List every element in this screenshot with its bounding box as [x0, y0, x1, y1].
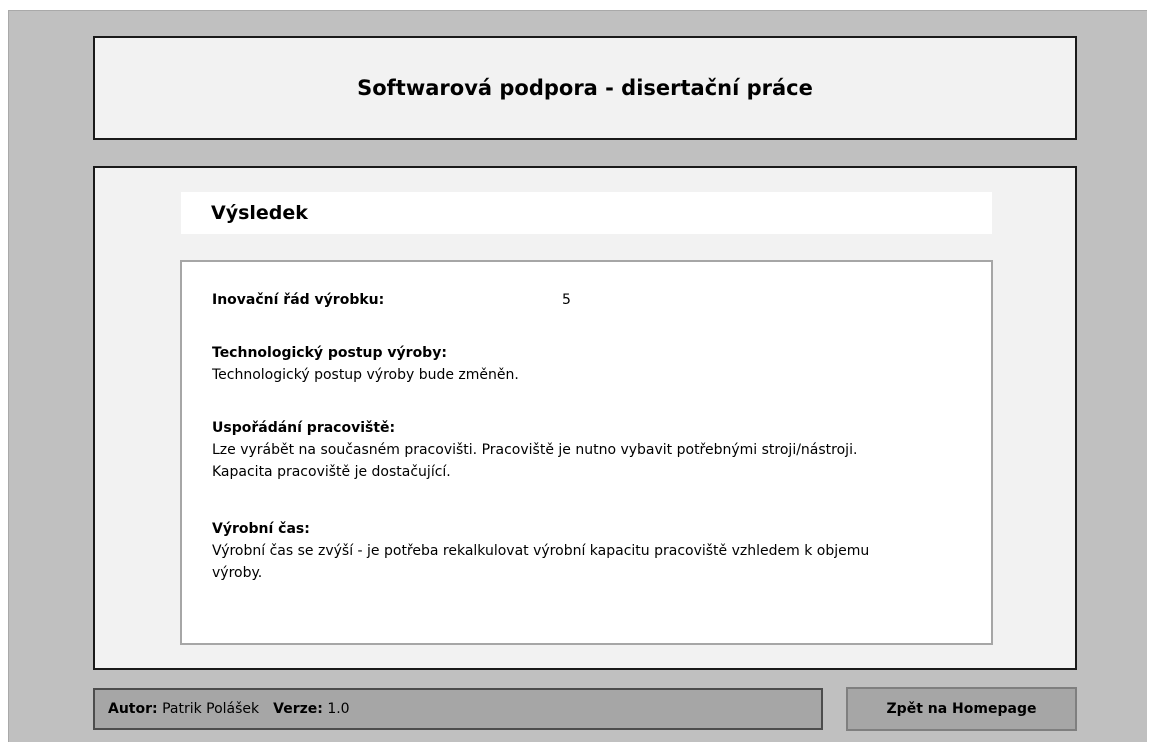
- technology-section: Technologický postup výroby: Technologic…: [212, 342, 972, 386]
- version-value: 1.0: [327, 701, 350, 717]
- page-title: Softwarová podpora - disertační práce: [357, 76, 813, 100]
- technology-text: Technologický postup výroby bude změněn.: [212, 367, 519, 383]
- main-panel: Výsledek Inovační řád výrobku: 5 Technol…: [93, 166, 1077, 670]
- footer-info-bar: Autor: Patrik Polášek Verze: 1.0: [93, 688, 823, 730]
- innovation-row: Inovační řád výrobku: 5: [212, 289, 712, 311]
- section-title: Výsledek: [211, 202, 308, 224]
- innovation-value: 5: [562, 292, 571, 308]
- technology-label: Technologický postup výroby:: [212, 345, 447, 361]
- workplace-text-line-1: Lze vyrábět na současném pracovišti. Pra…: [212, 442, 858, 458]
- workplace-section: Uspořádání pracoviště: Lze vyrábět na so…: [212, 417, 972, 483]
- section-title-bar: Výsledek: [181, 192, 992, 234]
- back-to-homepage-button[interactable]: Zpět na Homepage: [846, 687, 1077, 731]
- workplace-label: Uspořádání pracoviště:: [212, 420, 396, 436]
- innovation-label: Inovační řád výrobku:: [212, 292, 385, 308]
- version-label: Verze:: [273, 701, 323, 717]
- production-time-text-line-1: Výrobní čas se zvýší - je potřeba rekalk…: [212, 543, 870, 559]
- author-label: Autor:: [108, 701, 158, 717]
- production-time-label: Výrobní čas:: [212, 521, 310, 537]
- workplace-text-line-2: Kapacita pracoviště je dostačující.: [212, 464, 451, 480]
- production-time-text-line-2: výroby.: [212, 565, 263, 581]
- author-value: Patrik Polášek: [162, 701, 260, 717]
- result-panel: Inovační řád výrobku: 5 Technologický po…: [180, 260, 993, 645]
- production-time-section: Výrobní čas: Výrobní čas se zvýší - je p…: [212, 518, 972, 584]
- header-panel: Softwarová podpora - disertační práce: [93, 36, 1077, 140]
